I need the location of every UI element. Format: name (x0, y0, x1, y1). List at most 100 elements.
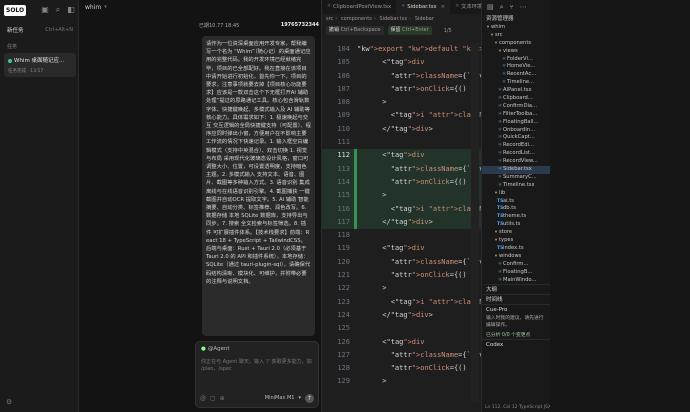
search-icon[interactable]: ⌕ (500, 3, 504, 12)
chevron-down-icon[interactable]: ▾ (298, 395, 301, 401)
tree-file[interactable]: ⚛AIPanel.tsx (482, 87, 550, 95)
tree-file[interactable]: TSai.ts (482, 198, 550, 206)
tree-file[interactable]: ⚛ConfirmDia... (482, 103, 550, 111)
code-line[interactable]: 109 <"tag">i "attr">className="fa-solid (322, 109, 481, 122)
tree-file[interactable]: TStheme.ts (482, 213, 550, 221)
code-lines[interactable]: 104 "kw">export "kw">default "kw">functio… (322, 43, 481, 389)
code-line-added[interactable]: 114 "attr">onClick={() => "fn">setView (322, 175, 481, 190)
code-line[interactable]: 121 "attr">onClick={() => "fn">setView (322, 269, 481, 282)
code-line[interactable]: 126 <"tag">div (322, 336, 481, 349)
breadcrumb-item[interactable]: src (326, 16, 333, 22)
chat-input[interactable]: 你正在与 Agent 聊天。输入 '/' 获取更多能力，如 /plan、/spe… (201, 358, 315, 372)
close-icon[interactable]: × (441, 0, 445, 14)
tree-file[interactable]: ⚛HomeVie... (482, 63, 550, 71)
tree-file[interactable]: ⚛RecordView... (482, 158, 550, 166)
tree-file[interactable]: ⚛FilterToolba... (482, 111, 550, 119)
code-line[interactable]: 119 <"tag">div (322, 242, 481, 255)
tree-file[interactable]: TSutils.ts (482, 221, 550, 229)
diff-toolbar: 撤销 Ctrl+Backspace 保留 Ctrl+Enter 1/5 (322, 24, 481, 37)
breadcrumb-item[interactable]: components (341, 16, 372, 22)
task-item[interactable]: Whim 桌面随记应... 任务完成 · 13:57 (4, 53, 76, 77)
tree-item-label: views (503, 47, 518, 54)
settings-icon[interactable]: ⚙ (6, 398, 12, 406)
tree-folder[interactable]: ▾ store (482, 229, 550, 237)
tree-file[interactable]: ⚛FloatingBall... (482, 119, 550, 127)
tree-file[interactable]: TSdb.ts (482, 205, 550, 213)
tree-file[interactable]: ⚛Sidebar.tsx (482, 166, 550, 174)
undo-change-button[interactable]: 撤销 Ctrl+Backspace (326, 26, 384, 35)
code-line[interactable]: 122 > (322, 282, 481, 295)
tree-file[interactable]: ⚛Clipboard... (482, 95, 550, 103)
tree-file[interactable]: ⚛Onboardin... (482, 127, 550, 135)
tab-clipboardpostview[interactable]: ⚛ ClipboardPostView.tsx (322, 0, 396, 14)
codex-panel[interactable]: Codex (482, 339, 550, 349)
tree-file[interactable]: ⚛RecordList... (482, 150, 550, 158)
panel-toggle-icon[interactable]: ◧ (66, 5, 76, 15)
timeline-panel[interactable]: 时间线 (482, 294, 550, 304)
tab-sidebar[interactable]: ⚛ Sidebar.tsx × (396, 0, 451, 14)
tree-file[interactable]: ⚛FolderVi... (482, 56, 550, 64)
tree-file[interactable]: ⚛SummaryC... (482, 174, 550, 182)
code-line[interactable]: 110 </"tag">div> (322, 123, 481, 136)
image-icon[interactable]: ▢ (210, 395, 216, 402)
tree-folder[interactable]: ▾ src (482, 32, 550, 40)
minimap[interactable] (471, 43, 479, 403)
code-line[interactable]: 106 "attr">className={`nav-item ${ (322, 70, 481, 83)
code-line[interactable]: 104 "kw">export "kw">default "kw">functio… (322, 43, 481, 56)
new-task-button[interactable]: 新任务 Ctrl+Alt+N (4, 24, 76, 36)
code-line[interactable]: 108 > (322, 96, 481, 109)
tree-file[interactable]: ⚛Timeline.tsx (482, 182, 550, 190)
outline-panel[interactable]: 大纲 (482, 284, 550, 294)
tree-file[interactable]: ⚛MainWindo... (482, 277, 550, 285)
code-line[interactable]: 124 </"tag">div> (322, 309, 481, 322)
model-selector[interactable]: MiniMax M1 (265, 395, 295, 401)
tree-file[interactable]: ⚛RecentAc... (482, 71, 550, 79)
files-icon[interactable]: ▤ (487, 3, 494, 11)
code-line[interactable]: 105 <"tag">div (322, 56, 481, 69)
attach-icon[interactable]: ⊕ (220, 395, 225, 402)
cue-panel[interactable]: Cue-Pro (482, 304, 550, 314)
agent-tag[interactable]: ● @Agent (201, 346, 230, 352)
tree-folder[interactable]: ▾ lib (482, 190, 550, 198)
mention-icon[interactable]: @ (200, 395, 206, 402)
tree-item-label: Clipboard... (503, 95, 533, 102)
tree-folder[interactable]: ▾ components (482, 40, 550, 48)
chevron-down-icon[interactable]: ▾ (104, 4, 107, 10)
tree-folder[interactable]: ▾ windows (482, 253, 550, 261)
tree-file[interactable]: ⚛QuickCapt... (482, 134, 550, 142)
tree-file[interactable]: ⚛FloatingB... (482, 269, 550, 277)
layout-icon[interactable]: ▣ (40, 5, 50, 15)
chat-composer[interactable]: ● @Agent 你正在与 Agent 聊天。输入 '/' 获取更多能力，如 /p… (195, 341, 319, 408)
keep-change-button[interactable]: 保留 Ctrl+Enter (387, 26, 432, 35)
tree-file[interactable]: TSindex.ts (482, 245, 550, 253)
tab-text-env[interactable]: ⚛文本环境.tsx (450, 0, 481, 14)
send-button[interactable]: ↑ (305, 393, 314, 403)
code-line[interactable]: 123 <"tag">i "attr">className="fa-regu (322, 296, 481, 309)
code-line[interactable]: 111 (322, 136, 481, 149)
more-icon[interactable]: ⋯ (520, 3, 527, 11)
tree-item-label: ConfirmDia... (503, 102, 538, 109)
code-line-added[interactable]: 115 > (322, 189, 481, 203)
code-line[interactable]: 127 "attr">className={`nav-item ${ (322, 349, 481, 362)
tree-file[interactable]: ⚛Timeline... (482, 79, 550, 87)
code-line[interactable]: 107 "attr">onClick={() => "fn">setView (322, 83, 481, 96)
search-icon[interactable]: ⌕ (53, 5, 63, 15)
code-line-added[interactable]: 112 <"tag">div (322, 149, 481, 163)
breadcrumb-item[interactable]: Sidebar.tsx (379, 16, 407, 22)
code-line[interactable]: 120 "attr">className={`nav-item ${ (322, 256, 481, 269)
cue-status: 已分析 0/0 个变更点 (486, 333, 531, 339)
breadcrumb-item[interactable]: Sidebar (415, 16, 434, 22)
code-line[interactable]: 129 > (322, 375, 481, 388)
code-line-added[interactable]: 117 </"tag">div> (322, 215, 481, 230)
code-line-added[interactable]: 113 "attr">className={`nav-item ${ (322, 162, 481, 176)
code-line-added[interactable]: 116 <"tag">i "attr">className="fa-solid (322, 202, 481, 216)
git-icon[interactable]: ⑂ (510, 3, 514, 11)
code-line[interactable]: 128 "attr">onClick={() => "fn">setView (322, 362, 481, 375)
code-line[interactable]: 125 (322, 322, 481, 335)
code-line[interactable]: 118 (322, 229, 481, 242)
tree-folder[interactable]: ▾ views (482, 48, 550, 56)
tree-folder[interactable]: ▾ whim (482, 24, 550, 32)
tree-file[interactable]: ⚛RecordEdi... (482, 142, 550, 150)
tree-folder[interactable]: ▾ types (482, 237, 550, 245)
tree-file[interactable]: ⚛Confirm... (482, 261, 550, 269)
